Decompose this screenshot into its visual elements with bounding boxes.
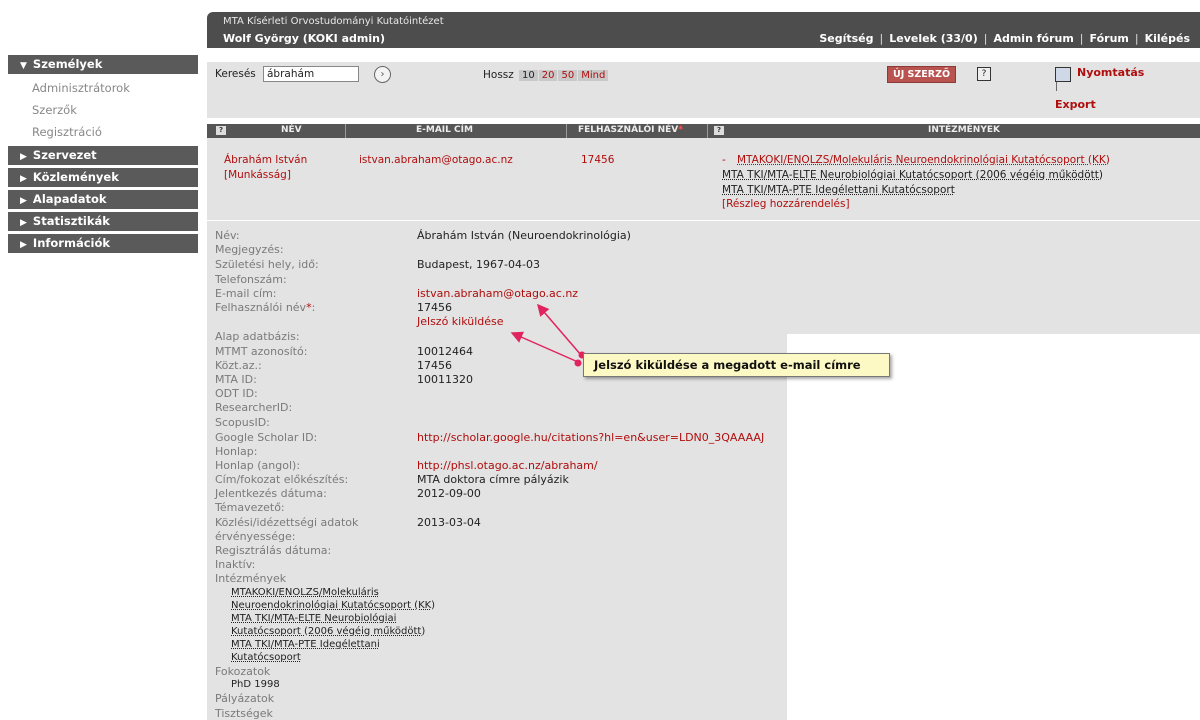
annotation-callout: Jelszó kiküldése a megadott e-mail címre bbox=[583, 353, 890, 377]
callout-text: Jelszó kiküldése a megadott e-mail címre bbox=[594, 358, 861, 372]
arrow-to-password bbox=[510, 331, 579, 363]
arrow-dot bbox=[574, 359, 582, 367]
